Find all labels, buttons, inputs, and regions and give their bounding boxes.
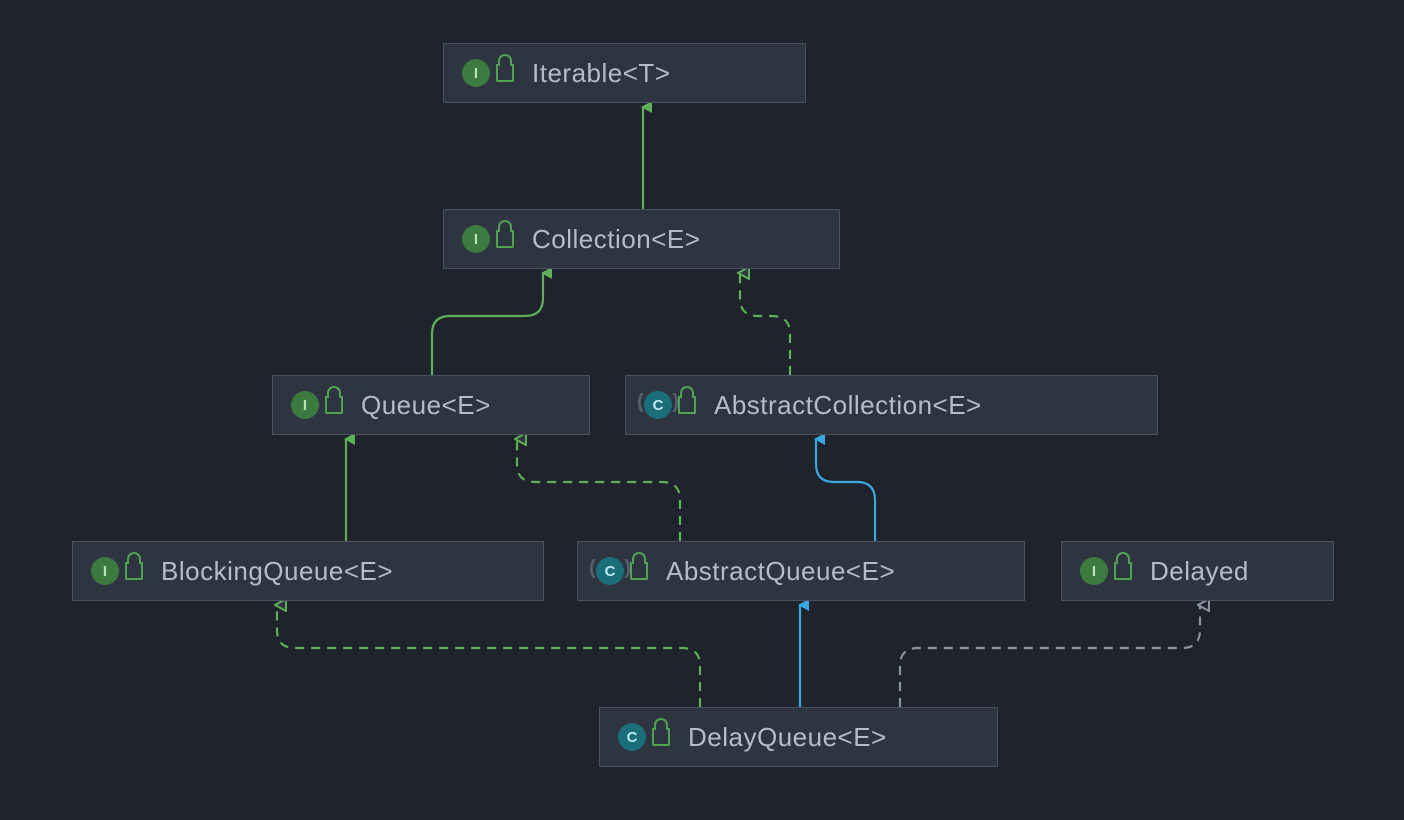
node-collection[interactable]: I Collection<E> (443, 209, 840, 269)
edge-abstractqueue-to-queue (517, 439, 680, 541)
interface-icon: I (462, 225, 490, 253)
unlock-icon (1114, 562, 1132, 580)
unlock-icon (496, 64, 514, 82)
edge-abstractcollection-to-collection (740, 273, 790, 375)
node-delayed[interactable]: I Delayed (1061, 541, 1334, 601)
node-label: Queue<E> (361, 390, 491, 421)
interface-icon: I (91, 557, 119, 585)
unlock-icon (496, 230, 514, 248)
interface-icon: I (462, 59, 490, 87)
edge-delayqueue-to-delayed (900, 605, 1200, 707)
node-label: BlockingQueue<E> (161, 556, 393, 587)
unlock-icon (630, 562, 648, 580)
node-delayqueue[interactable]: C DelayQueue<E> (599, 707, 998, 767)
abstract-class-icon: C (644, 391, 672, 419)
unlock-icon (652, 728, 670, 746)
interface-icon: I (1080, 557, 1108, 585)
node-blockingqueue[interactable]: I BlockingQueue<E> (72, 541, 544, 601)
node-label: AbstractQueue<E> (666, 556, 895, 587)
node-iterable[interactable]: I Iterable<T> (443, 43, 806, 103)
node-label: Iterable<T> (532, 58, 670, 89)
node-queue[interactable]: I Queue<E> (272, 375, 590, 435)
unlock-icon (325, 396, 343, 414)
node-label: Delayed (1150, 556, 1249, 587)
abstract-class-icon: C (596, 557, 624, 585)
edge-abstractqueue-to-abstractcollection (816, 439, 875, 541)
unlock-icon (125, 562, 143, 580)
edge-queue-to-collection (432, 273, 543, 375)
edge-delayqueue-to-blockingqueue (277, 605, 700, 707)
node-label: AbstractCollection<E> (714, 390, 982, 421)
node-label: Collection<E> (532, 224, 700, 255)
node-abstractcollection[interactable]: C AbstractCollection<E> (625, 375, 1158, 435)
node-abstractqueue[interactable]: C AbstractQueue<E> (577, 541, 1025, 601)
interface-icon: I (291, 391, 319, 419)
unlock-icon (678, 396, 696, 414)
node-label: DelayQueue<E> (688, 722, 887, 753)
class-icon: C (618, 723, 646, 751)
class-hierarchy-diagram: I Iterable<T> I Collection<E> I Queue<E>… (0, 0, 1404, 820)
